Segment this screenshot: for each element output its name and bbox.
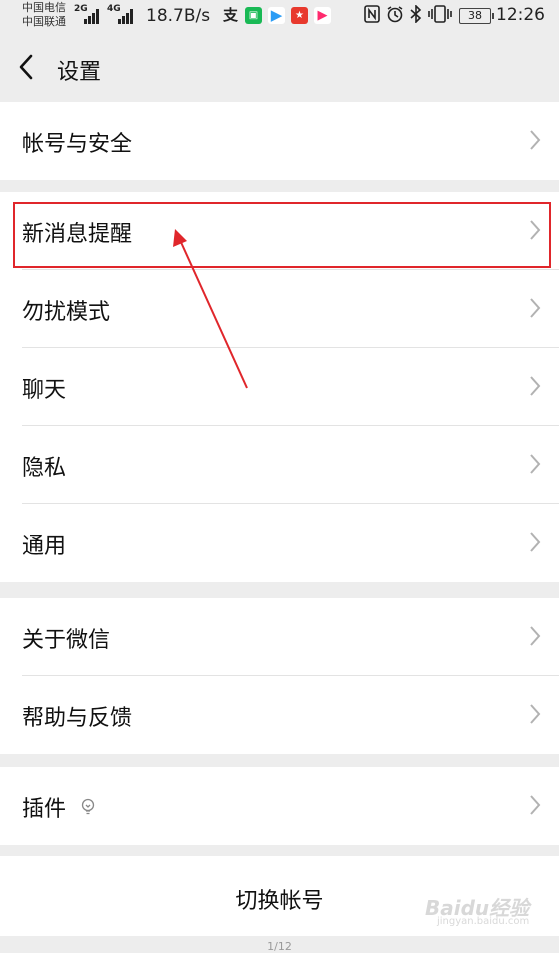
bluetooth-icon xyxy=(409,4,423,27)
vibrate-icon xyxy=(428,5,452,27)
network-speed: 18.7B/s xyxy=(146,6,211,26)
alipay-icon: 支 xyxy=(222,6,238,24)
settings-item-privacy[interactable]: 隐私 xyxy=(0,426,559,504)
settings-item-new-message-alerts[interactable]: 新消息提醒 xyxy=(0,192,559,270)
battery-level: 38 xyxy=(468,9,482,22)
clock: 12:26 xyxy=(496,5,545,25)
chevron-right-icon xyxy=(530,532,541,552)
settings-item-label: 关于微信 xyxy=(22,628,111,653)
settings-group-plugins: 插件 xyxy=(0,767,559,845)
lightbulb-icon xyxy=(81,798,95,815)
chevron-right-icon xyxy=(530,376,541,396)
chevron-right-icon xyxy=(530,220,541,240)
settings-group-account: 帐号与安全 xyxy=(0,102,559,180)
watermark-subtext: jingyan.baidu.com xyxy=(437,916,530,927)
page-indicator: 1/12 xyxy=(267,940,292,953)
settings-item-do-not-disturb[interactable]: 勿扰模式 xyxy=(0,270,559,348)
status-bar: 中国电信 中国联通 2G 4G 18.7B/s 支 ▣ ▶ ★ ▶ 38 12:… xyxy=(0,0,559,34)
baidu-watermark-logo: Baidu经验 jingyan.baidu.com xyxy=(425,892,555,932)
settings-item-label: 帮助与反馈 xyxy=(22,706,133,731)
settings-item-label: 聊天 xyxy=(22,378,67,403)
settings-group-about: 关于微信 帮助与反馈 xyxy=(0,598,559,754)
app-icon: ★ xyxy=(291,7,308,24)
settings-item-general[interactable]: 通用 xyxy=(0,504,559,582)
settings-item-help-feedback[interactable]: 帮助与反馈 xyxy=(0,676,559,754)
settings-item-chat[interactable]: 聊天 xyxy=(0,348,559,426)
tencent-video-icon: ▶ xyxy=(268,7,285,24)
chevron-left-icon xyxy=(19,54,33,80)
chevron-right-icon xyxy=(530,298,541,318)
settings-item-plugins[interactable]: 插件 xyxy=(0,767,559,845)
settings-group-main: 新消息提醒 勿扰模式 聊天 隐私 通用 xyxy=(0,192,559,582)
signal-bars-icon xyxy=(84,6,106,24)
signal-bars-icon xyxy=(118,6,140,24)
settings-item-label: 新消息提醒 xyxy=(22,222,133,247)
chevron-right-icon xyxy=(530,130,541,150)
carrier-names: 中国电信 中国联通 xyxy=(22,1,66,29)
settings-item-label: 通用 xyxy=(22,534,67,559)
chevron-right-icon xyxy=(530,626,541,646)
youku-icon: ▶ xyxy=(314,7,331,24)
nfc-icon xyxy=(364,5,380,27)
carrier-1: 中国电信 xyxy=(22,1,66,14)
carrier-2: 中国联通 xyxy=(22,15,66,28)
settings-item-label: 隐私 xyxy=(22,456,67,481)
page-title: 设置 xyxy=(57,60,102,85)
settings-item-label: 插件 xyxy=(22,797,67,822)
battery-icon: 38 xyxy=(459,8,494,24)
alarm-icon xyxy=(386,5,404,27)
settings-item-label: 勿扰模式 xyxy=(22,300,111,325)
navigation-bar: 设置 xyxy=(0,34,559,100)
settings-item-label: 帐号与安全 xyxy=(22,132,133,157)
chevron-right-icon xyxy=(530,454,541,474)
chevron-right-icon xyxy=(530,795,541,815)
settings-item-account-security[interactable]: 帐号与安全 xyxy=(0,102,559,180)
iqiyi-icon: ▣ xyxy=(245,7,262,24)
settings-item-about-wechat[interactable]: 关于微信 xyxy=(0,598,559,676)
chevron-right-icon xyxy=(530,704,541,724)
back-button[interactable] xyxy=(14,52,40,82)
